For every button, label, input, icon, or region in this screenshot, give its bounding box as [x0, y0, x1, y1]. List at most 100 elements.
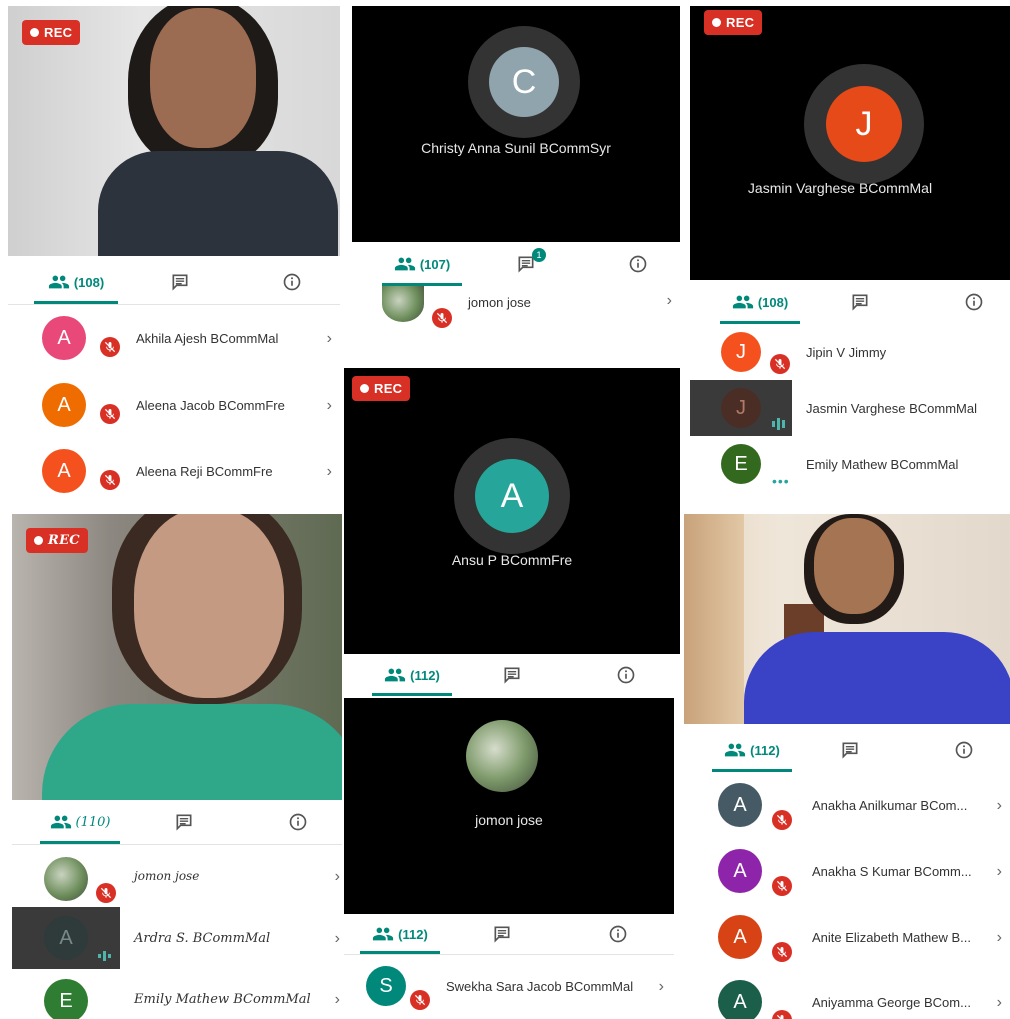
list-item[interactable]: E Emily Mathew BCommMal › [12, 969, 342, 1019]
chevron-right-icon[interactable]: › [327, 397, 332, 415]
list-item[interactable]: A Anite Elizabeth Mathew B... › [684, 904, 1010, 970]
participant-name: Emily Mathew BCommMal [134, 991, 311, 1007]
participant-name: Christy Anna Sunil BCommSyr [421, 140, 611, 156]
list-item[interactable]: A Aleena Jacob BCommFre › [8, 372, 340, 438]
list-item[interactable]: jomon jose › [352, 286, 680, 330]
camera-feed [684, 514, 1010, 724]
info-icon [954, 740, 974, 760]
avatar: J [721, 388, 761, 428]
tab-people[interactable]: (112) [364, 654, 460, 696]
people-icon [372, 923, 394, 945]
people-icon [48, 271, 70, 293]
avatar: A [44, 916, 88, 960]
participant-name: Aniyamma George BCom... [812, 994, 971, 1010]
chevron-right-icon[interactable]: › [997, 797, 1002, 815]
list-item[interactable]: A Ardra S. BCommMal › [12, 907, 342, 969]
tab-chat[interactable] [158, 260, 202, 304]
tab-people[interactable]: (110) [32, 800, 128, 844]
avatar: S [366, 966, 406, 1006]
list-item[interactable]: A Aleena Reji BCommFre › [8, 438, 340, 504]
participant-name: Jasmin Varghese BCommMal [806, 400, 977, 416]
chevron-right-icon[interactable]: › [667, 292, 672, 310]
participant-count: (112) [410, 667, 440, 683]
mic-off-icon [100, 337, 120, 357]
participant-name: Aleena Jacob BCommFre [136, 397, 285, 413]
rec-badge: REC [22, 20, 81, 45]
tab-info[interactable] [270, 260, 314, 304]
chevron-right-icon[interactable]: › [997, 863, 1002, 881]
list-item[interactable]: A Aniyamma George BCom... › [684, 970, 1010, 1019]
list-item[interactable]: A Akhila Ajesh BCommMal › [8, 305, 340, 371]
participant-count: (107) [419, 256, 451, 272]
tab-info[interactable] [276, 800, 320, 844]
tab-people[interactable]: (107) [374, 242, 470, 286]
avatar-cell: A [8, 438, 120, 504]
camera-feed: REC [12, 514, 342, 800]
tab-chat[interactable] [162, 800, 206, 844]
chevron-right-icon[interactable]: › [335, 991, 340, 1009]
people-icon [724, 739, 746, 761]
avatar-cell: E ••• [690, 436, 792, 492]
meeting-tabs: (112) [344, 914, 674, 955]
participant-name: Swekha Sara Jacob BCommMal [446, 978, 634, 994]
mic-off-icon [772, 810, 792, 830]
tab-chat[interactable] [480, 914, 524, 954]
tab-chat[interactable] [828, 728, 872, 772]
avatar-cell: A [684, 904, 796, 970]
chevron-right-icon[interactable]: › [997, 994, 1002, 1012]
chat-icon [170, 272, 190, 292]
tab-info[interactable] [942, 728, 986, 772]
tab-people[interactable]: (112) [352, 914, 448, 954]
tab-info[interactable] [952, 280, 996, 324]
participant-name: Emily Mathew BCommMal [806, 456, 959, 472]
mic-off-icon [772, 876, 792, 896]
tab-chat[interactable]: 1 [504, 242, 548, 286]
chevron-right-icon[interactable]: › [327, 330, 332, 348]
chat-badge: 1 [532, 248, 546, 262]
rec-badge: REC [352, 376, 411, 401]
list-item[interactable]: J Jasmin Varghese BCommMal [690, 380, 1010, 436]
avatar: J [721, 332, 761, 372]
tab-info[interactable] [604, 654, 648, 696]
list-item[interactable]: jomon jose › [12, 845, 342, 907]
mic-off-icon [96, 883, 116, 903]
list-item[interactable]: A Anakha Anilkumar BCom... › [684, 772, 1010, 838]
mic-off-icon [772, 942, 792, 962]
avatar: A [42, 449, 86, 493]
chevron-right-icon[interactable]: › [997, 929, 1002, 947]
list-item[interactable]: S Swekha Sara Jacob BCommMal › [344, 956, 674, 1016]
avatar-cell: A [684, 772, 796, 838]
chevron-right-icon[interactable]: › [335, 868, 340, 886]
info-icon [608, 924, 628, 944]
participant-count: (110) [75, 814, 111, 830]
tab-chat[interactable] [838, 280, 882, 324]
participant-name: Ardra S. BCommMal [134, 930, 271, 946]
list-item[interactable]: E ••• Emily Mathew BCommMal [690, 436, 1010, 492]
tab-people[interactable]: (108) [26, 260, 126, 304]
list-item[interactable]: J Jipin V Jimmy [690, 324, 1010, 380]
list-item[interactable]: A Anakha S Kumar BComm... › [684, 838, 1010, 904]
chat-icon [850, 292, 870, 312]
mic-off-icon [100, 470, 120, 490]
tab-chat[interactable] [490, 654, 534, 696]
meeting-tabs: (108) [690, 280, 1010, 325]
chevron-right-icon[interactable]: › [335, 930, 340, 948]
participant-video-figure [98, 6, 338, 256]
tab-info[interactable] [616, 242, 660, 286]
people-icon [732, 291, 754, 313]
camera-feed: REC [8, 6, 340, 256]
chat-icon [174, 812, 194, 832]
video-tile: REC J Jasmin Varghese BCommMal [690, 6, 1010, 280]
tab-people[interactable]: (108) [712, 280, 808, 324]
avatar-cell: A [8, 305, 120, 371]
tab-people[interactable]: (112) [704, 728, 800, 772]
avatar: J [826, 86, 902, 162]
mic-off-icon [770, 354, 790, 374]
meeting-tabs: (108) [8, 260, 340, 305]
participant-name: Akhila Ajesh BCommMal [136, 330, 279, 346]
chevron-right-icon[interactable]: › [327, 463, 332, 481]
avatar: A [718, 980, 762, 1019]
info-icon [288, 812, 308, 832]
tab-info[interactable] [596, 914, 640, 954]
chevron-right-icon[interactable]: › [659, 978, 664, 996]
